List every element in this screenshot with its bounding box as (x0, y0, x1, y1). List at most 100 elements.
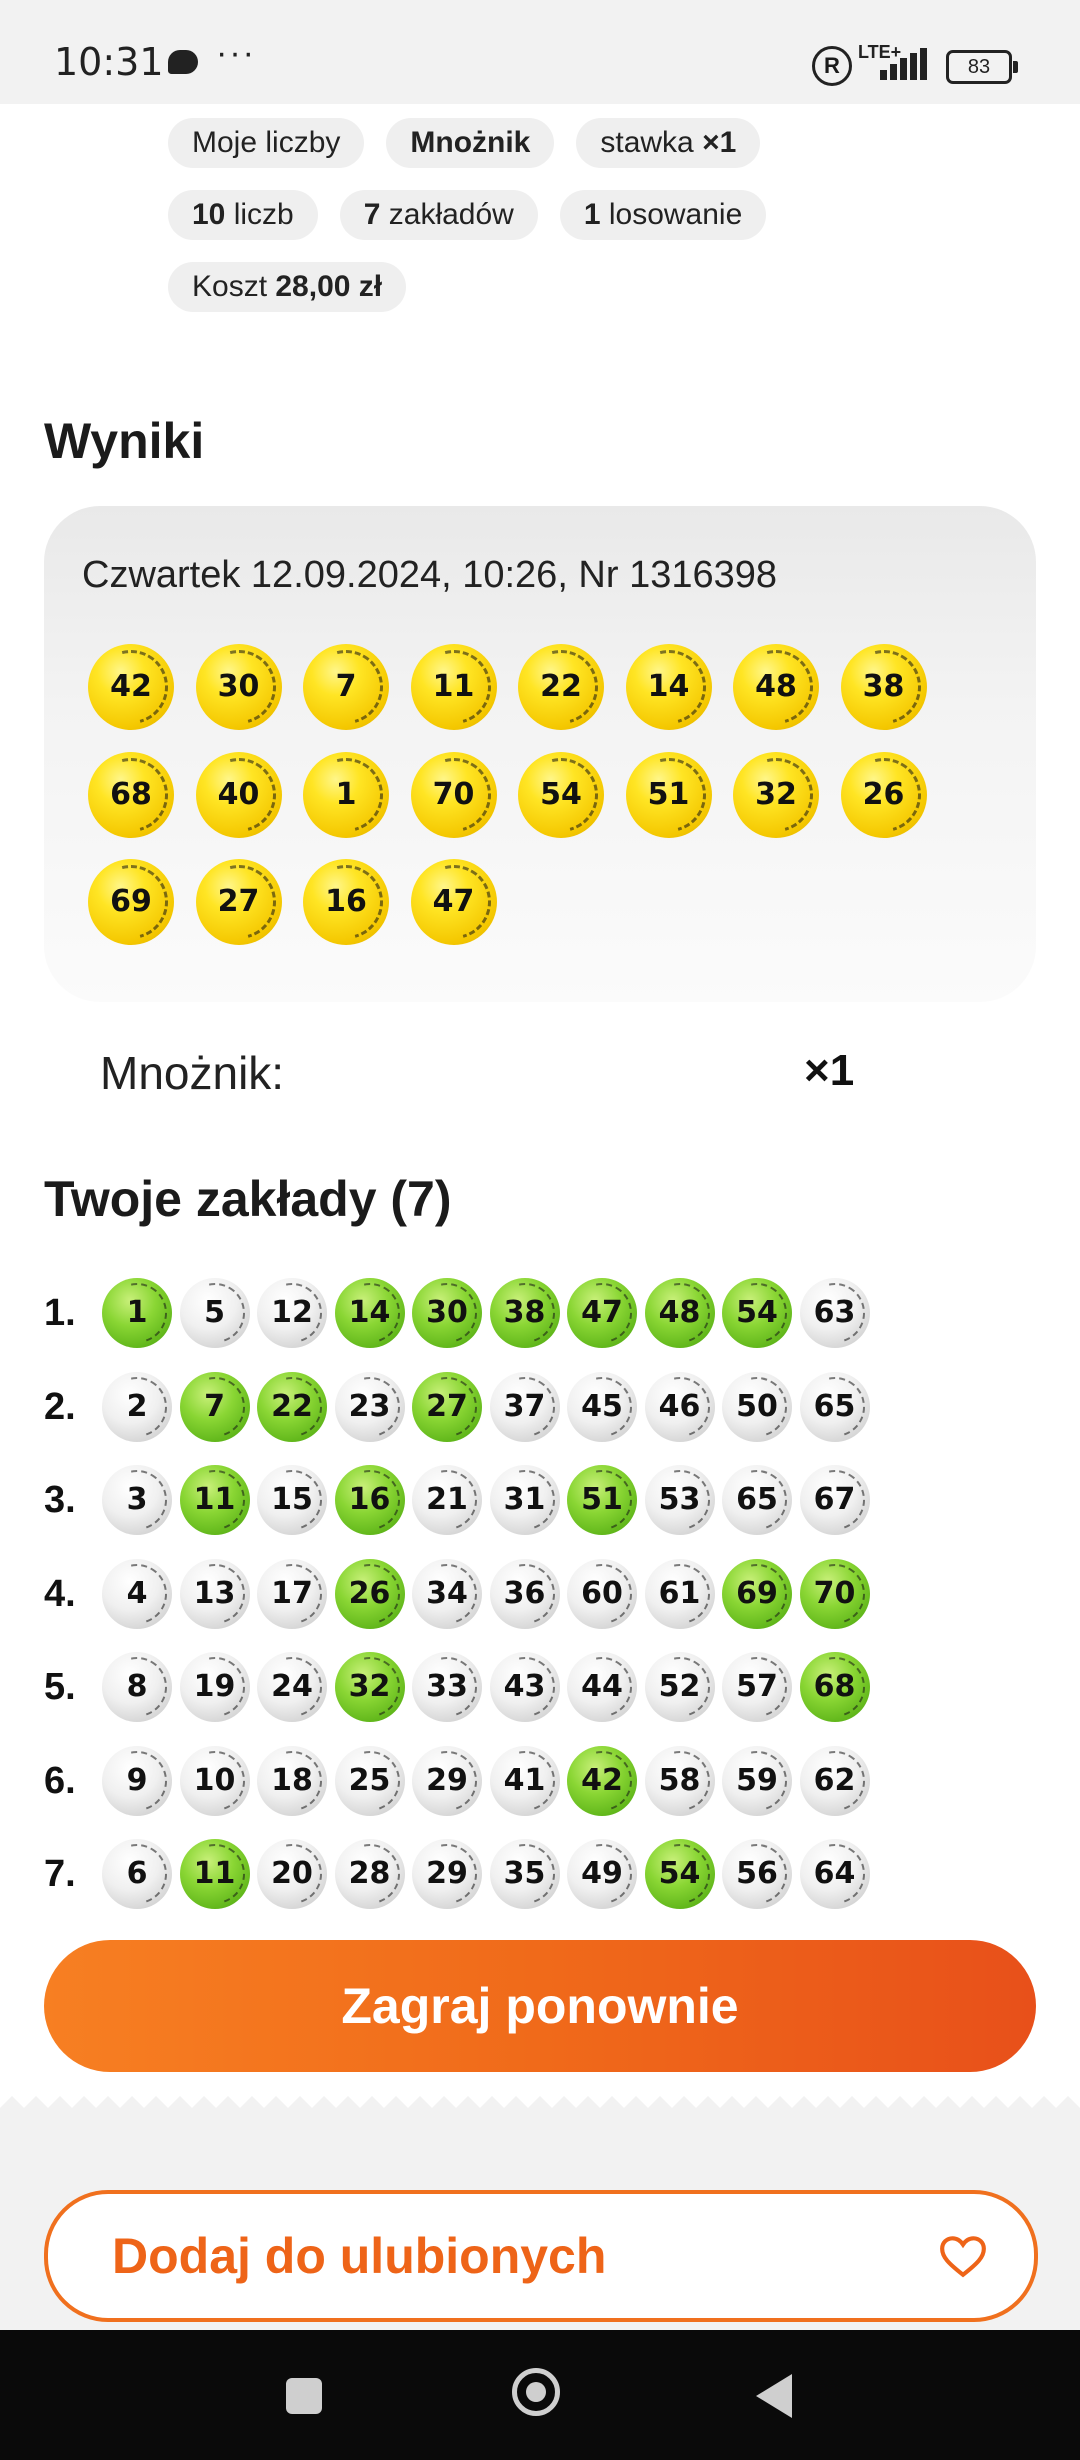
bet-ball: 25 (334, 1745, 405, 1816)
draw-ball: 70 (410, 751, 497, 838)
draw-ball: 42 (88, 644, 174, 730)
draw-ball: 47 (410, 859, 497, 945)
bet-ball: 63 (799, 1278, 870, 1348)
bets-title: Twoje zakłady (7) (44, 1171, 452, 1227)
draw-ball: 32 (733, 751, 819, 838)
bet-ball: 12 (257, 1278, 327, 1348)
bet-ball-hit: 48 (644, 1278, 715, 1348)
bet-ball: 56 (722, 1839, 792, 1909)
bet-ball: 49 (567, 1839, 637, 1909)
bet-ball: 43 (489, 1652, 560, 1722)
bet-ball: 65 (799, 1371, 870, 1442)
bet-ball: 31 (489, 1465, 560, 1535)
draw-ball: 7 (303, 644, 389, 730)
clock: 10:31 (54, 40, 164, 84)
draw-ball: 48 (733, 644, 819, 730)
bet-ball: 53 (644, 1465, 715, 1535)
draw-ball: 16 (303, 859, 389, 945)
bet-ball: 34 (412, 1558, 482, 1629)
bet-ball: 41 (489, 1745, 560, 1816)
results-title: Wyniki (44, 413, 205, 469)
square-icon[interactable] (286, 2378, 322, 2414)
bet-ball-hit: 54 (644, 1839, 715, 1909)
bet-ball-hit: 32 (334, 1652, 405, 1722)
bet-ball: 5 (179, 1278, 250, 1348)
heart-icon (940, 2236, 986, 2278)
chip-row: 10 liczb 7 zakładów 1 losowanie (168, 190, 968, 240)
bet-ball-hit: 11 (179, 1839, 250, 1909)
bet-ball: 15 (257, 1465, 327, 1535)
results-card: Czwartek 12.09.2024, 10:26, Nr 1316398 4… (44, 506, 1036, 1002)
bet-ball: 20 (257, 1839, 327, 1909)
chip-cost: Koszt 28,00 zł (168, 262, 407, 312)
chip-multiplier: Mnożnik (386, 118, 555, 168)
more-notifications-icon: ··· (216, 34, 256, 72)
bet-ball: 3 (102, 1465, 172, 1535)
draw-ball: 11 (410, 644, 497, 730)
bet-ball: 46 (644, 1371, 715, 1442)
bet-row-label: 1. (44, 1292, 76, 1334)
chip-draws-count: 1 losowanie (559, 190, 767, 240)
bet-ball-hit: 14 (334, 1278, 405, 1348)
bet-ball: 28 (334, 1839, 405, 1909)
bet-ball: 10 (179, 1745, 250, 1816)
chip-stake: stawka ×1 (576, 118, 761, 168)
bet-ball-hit: 22 (257, 1371, 327, 1442)
bet-ball-hit: 27 (412, 1371, 482, 1442)
bet-ball: 2 (102, 1371, 172, 1442)
chip-bets-count: 7 zakładów (339, 190, 538, 240)
bet-ball: 61 (644, 1558, 715, 1629)
torn-edge-divider (0, 2096, 1080, 2126)
triangle-back-icon[interactable] (756, 2374, 792, 2418)
bet-ball-hit: 7 (179, 1371, 250, 1442)
bet-row-label: 7. (44, 1853, 76, 1895)
draw-ball: 68 (88, 751, 174, 838)
play-again-button[interactable]: Zagraj ponownie (44, 1940, 1036, 2072)
bet-ball: 29 (412, 1745, 482, 1816)
chip-numbers-count: 10 liczb (168, 190, 318, 240)
draw-ball: 27 (195, 859, 282, 945)
draw-ball: 40 (195, 751, 282, 838)
chip-row: Moje liczby Mnożnik stawka ×1 (168, 118, 968, 168)
bet-ball-hit: 69 (722, 1558, 792, 1629)
bet-row-label: 4. (44, 1572, 76, 1615)
bet-ball: 45 (567, 1371, 637, 1442)
draw-ball: 22 (518, 644, 604, 730)
bet-ball: 29 (412, 1839, 482, 1909)
bet-ball: 65 (722, 1465, 792, 1535)
bet-ball: 35 (489, 1839, 560, 1909)
bet-ball: 18 (257, 1745, 327, 1816)
bet-ball: 17 (257, 1558, 327, 1629)
circle-icon[interactable] (512, 2368, 560, 2416)
draw-ball: 54 (518, 751, 604, 838)
chip-row: Koszt 28,00 zł (168, 262, 968, 312)
draw-ball: 26 (840, 751, 927, 838)
bet-ball: 50 (722, 1371, 792, 1442)
chat-bubble-icon (168, 50, 198, 74)
add-to-favorites-button[interactable]: Dodaj do ulubionych (44, 2190, 1038, 2322)
bet-ball: 9 (102, 1745, 172, 1816)
draw-ball: 1 (303, 751, 389, 838)
chip-my-numbers: Moje liczby (168, 118, 365, 168)
bet-row-label: 2. (44, 1385, 76, 1428)
draw-ball: 38 (840, 644, 927, 730)
bet-ball: 59 (722, 1745, 792, 1816)
draw-ball: 69 (88, 859, 174, 945)
draw-ball: 30 (195, 644, 282, 730)
bet-row-label: 3. (44, 1479, 76, 1521)
bet-ball: 23 (334, 1371, 405, 1442)
bet-ball-hit: 30 (412, 1278, 482, 1348)
bet-ball: 24 (257, 1652, 327, 1722)
bet-ball: 52 (644, 1652, 715, 1722)
bet-ball: 60 (567, 1558, 637, 1629)
bet-ball: 4 (102, 1558, 172, 1629)
draw-ball: 14 (625, 644, 712, 730)
bet-ball: 64 (799, 1839, 870, 1909)
signal-icon (880, 48, 932, 80)
bet-ball: 62 (799, 1745, 870, 1816)
add-to-favorites-label: Dodaj do ulubionych (112, 2228, 607, 2284)
bet-ball: 57 (722, 1652, 792, 1722)
status-bar: 10:31 ··· R LTE+ 83 (0, 0, 1080, 104)
bet-ball-hit: 70 (799, 1558, 870, 1629)
bet-ball: 58 (644, 1745, 715, 1816)
